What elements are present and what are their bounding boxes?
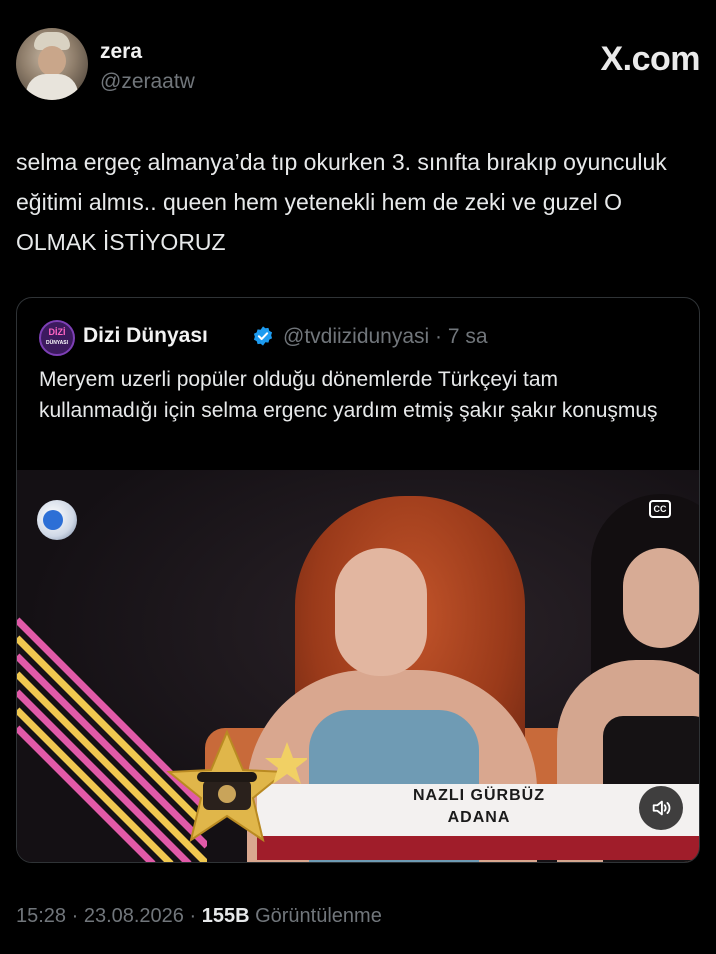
telephone-star-icon	[166, 729, 307, 843]
avatar[interactable]	[16, 28, 88, 100]
quoted-handle-time: @tvdiizidunyasi · 7 sa	[283, 325, 488, 348]
x-brand-logo: X.com	[600, 40, 700, 78]
views-count: 155B	[201, 905, 250, 927]
author-handle[interactable]: @zeraatw	[100, 70, 195, 94]
mute-toggle-button[interactable]	[639, 786, 683, 830]
views-label: Görüntülenme	[249, 905, 382, 927]
closed-captions-button[interactable]: CC	[649, 500, 671, 518]
quoted-tweet-header: DİZİ DÜNYASI Dizi Dünyası @tvdiizidunyasi…	[39, 320, 679, 356]
speaker-muted-icon	[652, 800, 671, 816]
author-name[interactable]: zera	[100, 40, 142, 64]
video-player[interactable]: CC NAZLI GÜRBÜZ ADANA	[17, 470, 699, 862]
quoted-tweet-text: Meryem uzerli popüler olduğu dönemlerde …	[39, 368, 658, 422]
quoted-avatar[interactable]: DİZİ DÜNYASI	[39, 320, 75, 356]
verified-badge-icon	[253, 326, 273, 346]
timestamp[interactable]: 15:28 · 23.08.2026 ·	[16, 905, 202, 927]
tweet-header: zera @zeraatw X.com	[16, 28, 700, 108]
tweet-text: selma ergeç almanya’da tıp okurken 3. sı…	[16, 149, 667, 255]
caption-name: NAZLI GÜRBÜZ	[413, 787, 545, 804]
channel-logo-icon	[37, 500, 77, 540]
quoted-author-name[interactable]: Dizi Dünyası	[83, 324, 208, 348]
quoted-tweet[interactable]: DİZİ DÜNYASI Dizi Dünyası @tvdiizidunyasi…	[16, 297, 700, 863]
caption-city: ADANA	[447, 809, 511, 826]
tweet-meta: 15:28 · 23.08.2026 · 155B Görüntülenme	[16, 905, 382, 928]
